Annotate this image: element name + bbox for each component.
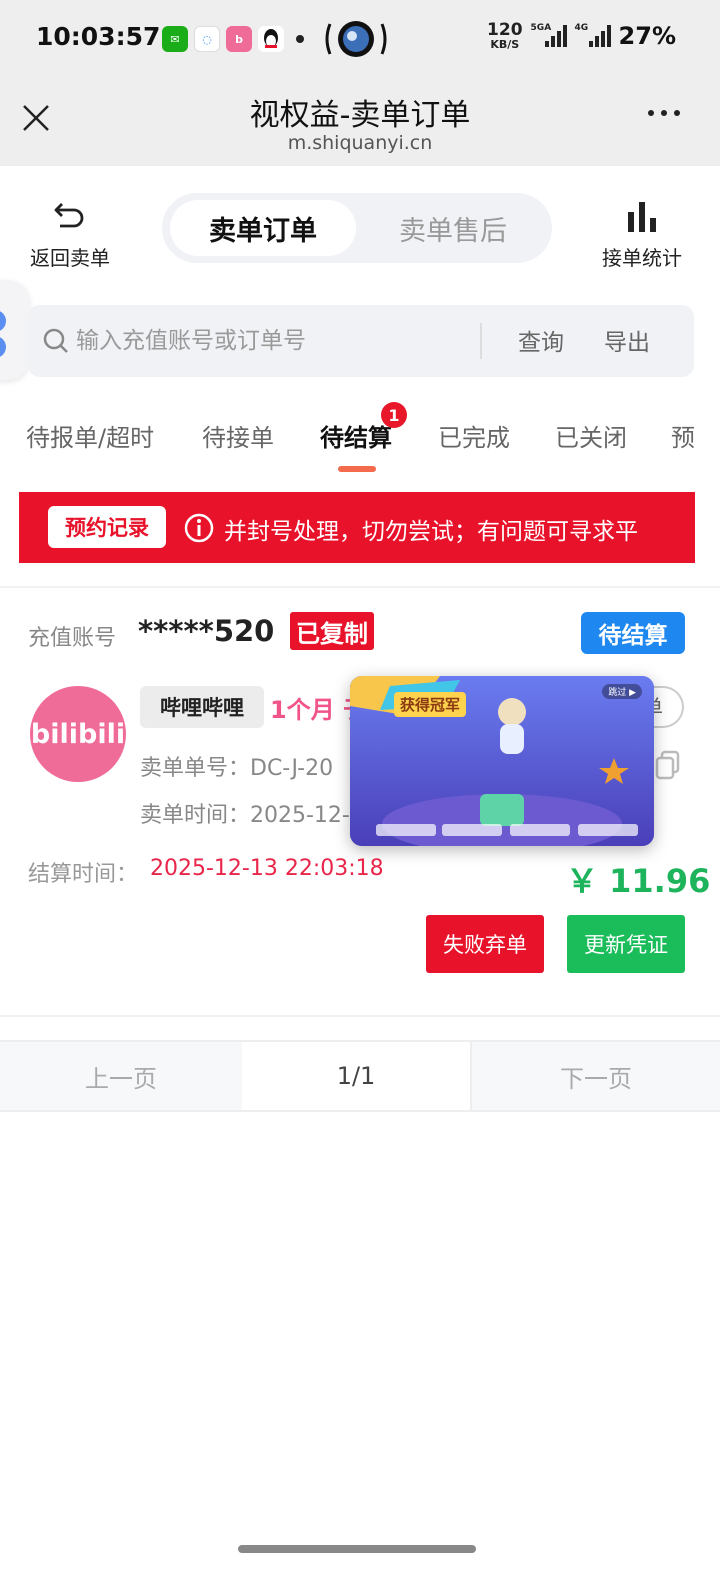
pip-banner-text: 获得冠军 [394, 692, 467, 717]
bilibili-logo: bilibili [30, 686, 126, 782]
search-divider [480, 323, 482, 359]
network-speed: 120 KB/S [487, 20, 523, 51]
notice-text: 并封号处理，切勿尝试；有问题可寻求平 [224, 519, 638, 545]
search-bar: 查询 导出 [28, 305, 694, 377]
divider [0, 586, 720, 588]
home-indicator[interactable] [238, 1545, 476, 1553]
bilibili-icon: b [226, 26, 252, 52]
account-value[interactable]: *****520 [138, 614, 274, 648]
more-notifications-dot [296, 35, 304, 43]
tab-sell-orders[interactable]: 卖单订单 [170, 200, 356, 256]
order-stats-button[interactable]: 接单统计 [594, 200, 690, 271]
back-to-sell-button[interactable]: 返回卖单 [20, 200, 120, 271]
return-icon [54, 203, 84, 228]
info-icon [184, 513, 214, 543]
pip-skip-button[interactable]: 跳过 ▶ [602, 684, 642, 699]
page-indicator: 1/1 [336, 1062, 376, 1090]
tab-pending-settlement[interactable]: 待结算 [320, 418, 392, 453]
floating-assistant-button[interactable] [0, 280, 30, 380]
status-bar: 10:03:57 ✉ ◌ b 120 KB/S 5GA 4G 27% [0, 0, 720, 80]
divider [0, 1015, 720, 1017]
pagination: 上一页 1/1 下一页 [0, 1040, 720, 1112]
platform-tag: 哔哩哔哩 [140, 686, 264, 728]
order-type-switch: 卖单订单 卖单售后 [162, 193, 552, 263]
query-button[interactable]: 查询 [518, 323, 564, 357]
battery-level: 27% [618, 22, 676, 50]
abandon-order-button[interactable]: 失败弃单 [426, 915, 544, 973]
browser-header: 视权益-卖单订单 m.shiquanyi.cn [0, 80, 720, 166]
message-icon: ◌ [194, 26, 220, 52]
tab-sell-aftersale[interactable]: 卖单售后 [362, 200, 544, 256]
search-icon [43, 328, 68, 353]
page-title: 视权益-卖单订单 [249, 98, 471, 133]
settlement-label: 结算时间： [28, 862, 139, 887]
tab-count-badge: 1 [381, 402, 407, 428]
search-input[interactable] [76, 321, 476, 361]
order-number: 卖单单号：DC-J-20 [140, 756, 334, 781]
tab-pending-report[interactable]: 待报单/超时 [26, 418, 154, 453]
active-tab-indicator [338, 466, 376, 472]
audio-island-icon [325, 21, 387, 57]
qq-icon [258, 26, 284, 52]
prev-page-button[interactable]: 上一页 [0, 1042, 242, 1110]
copied-toast: 已复制 [290, 612, 374, 650]
notification-icons: ✉ ◌ b [162, 26, 304, 52]
back-to-sell-label: 返回卖单 [30, 246, 110, 270]
update-proof-button[interactable]: 更新凭证 [567, 915, 685, 973]
reservation-record-button[interactable]: 预约记录 [48, 506, 166, 548]
export-button[interactable]: 导出 [604, 323, 650, 357]
signal-4g-icon: 4G [575, 23, 611, 47]
account-label: 充值账号 [28, 626, 117, 651]
status-badge: 待结算 [581, 612, 685, 654]
wechat-icon: ✉ [162, 26, 188, 52]
tab-closed[interactable]: 已关闭 [555, 418, 627, 453]
tab-pending-accept[interactable]: 待接单 [202, 418, 274, 453]
settlement-time: 2025-12-13 22:03:18 [150, 856, 384, 881]
bar-chart-icon [628, 202, 656, 232]
status-time: 10:03:57 [36, 22, 161, 51]
order-time: 卖单时间：2025-12- [140, 803, 350, 828]
tab-completed[interactable]: 已完成 [438, 418, 510, 453]
order-amount: ￥ 11.96 [566, 862, 711, 900]
order-stats-label: 接单统计 [602, 246, 682, 270]
next-page-button[interactable]: 下一页 [470, 1042, 720, 1110]
page-url: m.shiquanyi.cn [287, 132, 433, 154]
more-menu-button[interactable] [648, 110, 680, 116]
copy-icon[interactable] [654, 750, 682, 780]
tab-reserved[interactable]: 预 [671, 418, 695, 453]
signal-5ga-icon: 5GA [531, 23, 567, 47]
notice-banner: 预约记录 并封号处理，切勿尝试；有问题可寻求平 [19, 492, 695, 563]
video-pip-overlay[interactable]: 获得冠军 跳过 ▶ [350, 676, 654, 846]
